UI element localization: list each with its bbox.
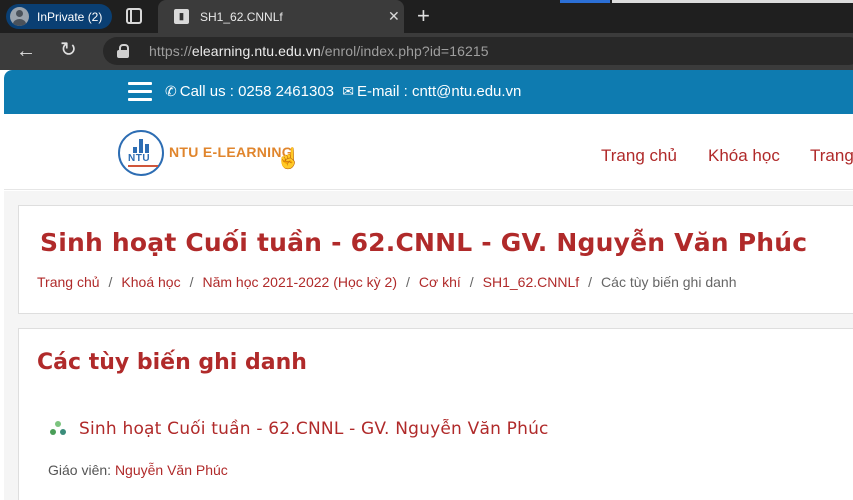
envelope-icon: ✉ [342,83,354,99]
breadcrumb-separator: / [108,274,113,290]
url-host: elearning.ntu.edu.vn [191,43,321,59]
phone-text: Call us : 0258 2461303 [179,83,335,100]
tab-favicon-icon: ▮ [174,9,189,24]
teacher-info: Giáo viên: Nguyễn Văn Phúc [48,462,228,478]
enrolment-options-card: Các tùy biến ghi danh Sinh hoạt Cuối tuầ… [18,328,853,500]
site-header: NTU NTU E-LEARNING ☝ Trang chủ Khóa học … [4,114,853,190]
web-page: ✆ Call us : 0258 2461303 ✉ E-mail : cntt@n… [4,70,853,500]
email-text: E-mail : cntt@ntu.edu.vn [356,83,522,100]
ntu-emblem-icon: NTU [118,130,164,176]
browser-tab-strip: InPrivate (2) ▮ SH1_62.CNNLf ✕ + [0,0,853,33]
address-bar[interactable]: https://elearning.ntu.edu.vn/enrol/index… [103,37,853,65]
teacher-label: Giáo viên: [48,462,112,478]
phone-icon: ✆ [165,83,177,99]
teacher-name-link[interactable]: Nguyễn Văn Phúc [115,462,228,478]
breadcrumb-separator: / [189,274,194,290]
profile-label: InPrivate (2) [37,9,103,24]
lock-icon[interactable] [117,44,129,58]
inprivate-profile-button[interactable]: InPrivate (2) [6,4,112,29]
window-edge-accent [560,0,610,3]
breadcrumb-home[interactable]: Trang chủ [37,274,100,290]
contact-bar: ✆ Call us : 0258 2461303 ✉ E-mail : cntt@n… [4,70,853,114]
breadcrumb-current: Các tùy biến ghi danh [601,274,737,290]
tab-title: SH1_62.CNNLf [200,9,283,24]
page-title: Sinh hoạt Cuối tuần - 62.CNNL - GV. Nguy… [40,228,808,257]
url-text[interactable]: https://elearning.ntu.edu.vn/enrol/index… [149,43,489,59]
contact-info: ✆ Call us : 0258 2461303 ✉ E-mail : cntt@n… [165,83,521,100]
profile-avatar-icon [10,7,29,26]
breadcrumb-course[interactable]: SH1_62.CNNLf [483,274,580,290]
url-path: /enrol/index.php?id=16215 [320,43,489,59]
nav-overflow-link[interactable]: Trang [810,146,853,166]
hamburger-menu-icon[interactable] [128,82,152,102]
course-listing: Sinh hoạt Cuối tuần - 62.CNNL - GV. Nguy… [50,419,549,439]
logo-text: NTU E-LEARNING [169,144,293,160]
back-arrow-icon[interactable]: ← [16,40,36,62]
breadcrumb-separator: / [469,274,474,290]
active-tab[interactable]: ▮ SH1_62.CNNLf ✕ [158,0,404,33]
window-edge [612,0,853,3]
logo-mark: NTU [128,153,151,164]
nav-courses-link[interactable]: Khóa học [708,146,780,166]
new-tab-button[interactable]: + [417,4,430,28]
breadcrumb-separator: / [588,274,593,290]
enrolment-heading: Các tùy biến ghi danh [37,350,307,375]
pointing-hand-icon: ☝ [276,148,301,170]
browser-toolbar: ← ↻ https://elearning.ntu.edu.vn/enrol/i… [0,33,853,70]
tab-actions-icon[interactable] [126,8,142,24]
breadcrumb-courses[interactable]: Khoá học [121,274,180,290]
recycle-icon [50,421,66,437]
breadcrumb-school-year[interactable]: Năm học 2021-2022 (Học kỳ 2) [202,274,397,290]
course-name-link[interactable]: Sinh hoạt Cuối tuần - 62.CNNL - GV. Nguy… [79,419,549,439]
reload-icon[interactable]: ↻ [60,39,77,61]
breadcrumb: Trang chủ / Khoá học / Năm học 2021-2022 (Họ… [37,274,736,290]
breadcrumb-separator: / [406,274,410,290]
breadcrumb-category[interactable]: Cơ khí [419,274,461,290]
site-logo[interactable]: NTU NTU E-LEARNING ☝ [118,130,308,176]
url-prefix: https:// [149,43,192,59]
tab-close-icon[interactable]: ✕ [388,8,400,25]
nav-home-link[interactable]: Trang chủ [601,146,677,166]
course-header-card: Sinh hoạt Cuối tuần - 62.CNNL - GV. Nguy… [18,205,853,314]
